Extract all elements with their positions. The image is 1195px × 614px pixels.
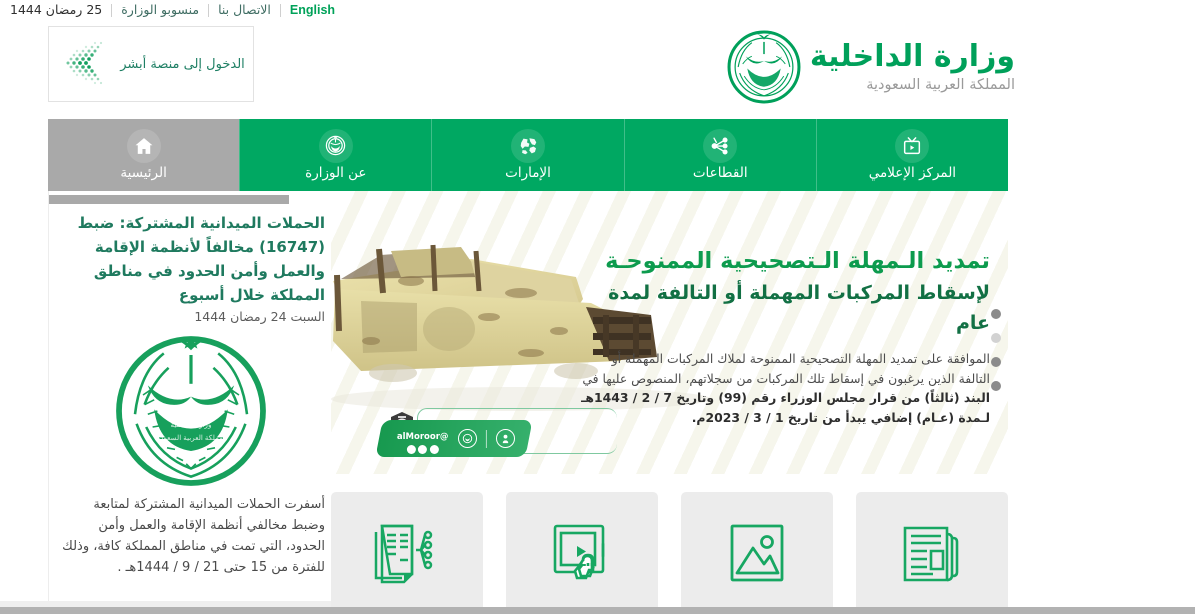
nav-label-about-ministry: عن الوزارة [305, 164, 367, 181]
traffic-icon [495, 428, 515, 448]
news-date: السبت 24 رمضان 1444 [194, 309, 325, 324]
social-dot-icon [418, 444, 428, 453]
news-card-accent-bar [49, 195, 289, 204]
banner-heading: تمديد الـمهلة الـتصحيحية الممنوحـة [605, 248, 990, 274]
banner-paragraph-line-2: التالفة الذين يرغبون في إسقاط تلك المركب… [582, 370, 990, 386]
nav-item-media-center[interactable]: المركز الإعلامي [815, 119, 1008, 191]
badge-pill: @alMoroor [375, 419, 533, 457]
banner-subheading: لإسقاط المركبات المهملة أو التالفة لمدة … [608, 282, 990, 334]
svg-text:المملكة العربية السعودية: المملكة العربية السعودية [154, 433, 227, 442]
ministry-small-emblem-icon [457, 428, 477, 448]
badge-social-icons [397, 444, 449, 453]
carousel-pagination [991, 309, 1001, 391]
ministry-logo-subtitle: المملكة العربية السعودية [866, 77, 1015, 93]
news-emblem: وزارة الداخلية المملكة العربية السعودية [49, 331, 332, 491]
social-dot-icon [406, 444, 416, 453]
ministry-logo-title: وزارة الداخلية [809, 39, 1016, 74]
share-nodes-icon [703, 128, 738, 163]
hijri-date: 25 رمضان 1444 [10, 2, 103, 17]
image-gallery-icon [722, 518, 792, 588]
banner-paragraph-line-1: الموافقة على تمديد المهلة التصحيحية المم… [611, 351, 990, 366]
card-documents[interactable] [331, 492, 483, 614]
ministry-logo-text: وزارة الداخلية المملكة العربية السعودية [809, 39, 1016, 95]
carousel-dot-3[interactable] [991, 357, 1001, 367]
quick-link-cards [331, 492, 1008, 614]
badge-handle-text: @alMoroor [397, 431, 449, 441]
nav-item-about-ministry[interactable]: عن الوزارة [239, 119, 432, 191]
topbar-divider [208, 3, 210, 17]
document-network-icon [372, 518, 442, 588]
absher-chevron-icon [57, 37, 113, 91]
top-utility-bar: 25 رمضان 1444 منسوبو الوزارة الاتصال بنا… [0, 0, 371, 20]
nav-label-sectors: القطاعات [692, 164, 748, 181]
banner-paragraph-line-4: إضافي يبدأ من تاريخ 1 / 3 / 2023م. [691, 409, 913, 425]
saudi-emblem-icon [726, 29, 802, 105]
ministry-logo[interactable]: وزارة الداخلية المملكة العربية السعودية [726, 29, 1016, 105]
banner-text-block: تمديد الـمهلة الـتصحيحية الممنوحـة لإسقا… [570, 246, 990, 427]
badge-divider [485, 429, 487, 447]
topbar-link-english[interactable]: English [281, 0, 344, 20]
nav-label-home: الرئيسية [120, 164, 167, 181]
card-photos[interactable] [681, 492, 833, 614]
nav-label-media-center: المركز الإعلامي [868, 164, 957, 181]
map-icon [511, 128, 545, 163]
news-headline[interactable]: الحملات الميدانية المشتركة: ضبط (16747) … [60, 211, 325, 307]
site-header: الدخول إلى منصة أبشر وزارة الداخلية المم… [0, 20, 1195, 117]
ministry-seal-icon: وزارة الداخلية المملكة العربية السعودية [111, 331, 271, 491]
carousel-dot-4[interactable] [991, 381, 1001, 391]
video-touch-icon [547, 518, 617, 588]
banner-paragraph: الموافقة على تمديد المهلة التصحيحية المم… [580, 349, 990, 427]
hero-banner[interactable]: تمديد الـمهلة الـتصحيحية الممنوحـة لإسقا… [331, 191, 1008, 474]
page-root: 25 رمضان 1444 منسوبو الوزارة الاتصال بنا… [0, 0, 1195, 614]
banner-branding-badge: @alMoroor [375, 408, 617, 458]
social-dot-icon [429, 444, 439, 453]
main-navigation: المركز الإعلامي القطاعات الإمارات عن الو… [47, 119, 1008, 191]
footer-strip [0, 607, 1195, 614]
news-body-text: أسفرت الحملات الميدانية المشتركة لمتابعة… [62, 497, 325, 575]
absher-login-label: الدخول إلى منصة أبشر [120, 56, 245, 72]
badge-handle-block: @alMoroor [397, 423, 449, 453]
topbar-link-contact[interactable]: الاتصال بنا [209, 0, 280, 20]
carousel-dot-1[interactable] [991, 309, 1001, 319]
nav-label-emirates: الإمارات [505, 164, 551, 181]
topbar-divider [279, 3, 281, 17]
nav-item-home[interactable]: الرئيسية [47, 119, 240, 191]
main-content: الحملات الميدانية المشتركة: ضبط (16747) … [0, 191, 1195, 614]
emblem-icon [318, 128, 353, 163]
nav-item-sectors[interactable]: القطاعات [623, 119, 816, 191]
card-news[interactable] [856, 492, 1008, 614]
topbar-link-staff[interactable]: منسوبو الوزارة [112, 0, 208, 20]
svg-text:وزارة الداخلية: وزارة الداخلية [170, 420, 211, 429]
tv-play-icon [895, 128, 930, 163]
home-icon [126, 128, 161, 163]
topbar-divider [111, 3, 113, 17]
card-video[interactable] [506, 492, 658, 614]
nav-item-emirates[interactable]: الإمارات [431, 119, 624, 191]
news-highlight-card: الحملات الميدانية المشتركة: ضبط (16747) … [48, 191, 331, 614]
carousel-dot-2[interactable] [991, 333, 1001, 343]
newspaper-icon [897, 518, 967, 588]
absher-login-button[interactable]: الدخول إلى منصة أبشر [48, 26, 254, 102]
